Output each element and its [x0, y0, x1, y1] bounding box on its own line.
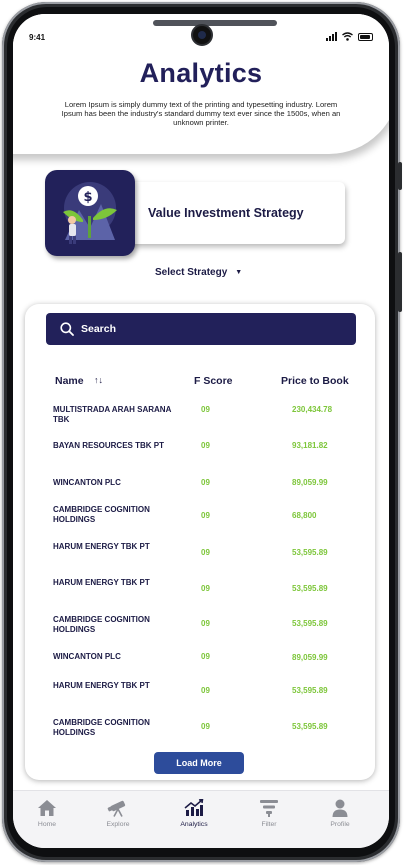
row-company-name: BAYAN RESOURCES TBK PT [53, 441, 164, 450]
nav-label-filter: Filter [261, 821, 277, 828]
page-description: Lorem Ipsum is simply dummy text of the … [61, 100, 341, 128]
search-icon [60, 322, 74, 336]
row-fscore: 09 [201, 548, 210, 557]
nav-item-home[interactable]: Home [17, 799, 77, 828]
nav-label-explore: Explore [106, 821, 130, 828]
strategy-card[interactable]: Value Investment Strategy [111, 182, 345, 244]
investment-illustration-icon: $ [63, 182, 117, 244]
analytics-chart-icon [184, 799, 204, 816]
row-fscore: 09 [201, 405, 210, 414]
svg-text:$: $ [83, 190, 92, 205]
row-company-name: HARUM ENERGY TBK PT [53, 578, 150, 587]
front-camera [191, 24, 213, 46]
app-screen: 9:41 Analytics Lorem Ipsum is simply dum… [13, 14, 389, 848]
row-price-to-book: 53,595.89 [292, 548, 328, 557]
home-icon [38, 800, 56, 816]
row-price-to-book: 68,800 [292, 511, 317, 520]
row-company-name: WINCANTON PLC [53, 478, 121, 487]
strategy-illustration: $ [45, 170, 135, 256]
wifi-icon [342, 32, 353, 41]
row-company-name: WINCANTON PLC [53, 652, 121, 661]
filter-icon [260, 800, 278, 817]
profile-icon [332, 799, 348, 817]
row-fscore: 09 [201, 619, 210, 628]
speaker-grille [153, 20, 277, 26]
row-fscore: 09 [201, 722, 210, 731]
row-fscore: 09 [201, 441, 210, 450]
nav-label-home: Home [37, 821, 57, 828]
row-company-name: CAMBRIDGE COGNITION HOLDINGS [53, 718, 150, 737]
search-placeholder: Search [81, 323, 117, 335]
battery-icon [358, 33, 373, 41]
select-strategy-label: Select Strategy [155, 267, 228, 278]
telescope-icon [107, 800, 126, 817]
row-company-name: CAMBRIDGE COGNITION HOLDINGS [53, 505, 150, 524]
sort-icon[interactable]: ↑↓ [94, 375, 103, 385]
row-fscore: 09 [201, 478, 210, 487]
nav-item-explore[interactable]: Explore [88, 799, 148, 828]
volume-button [398, 162, 402, 190]
page-title: Analytics [139, 58, 263, 88]
row-price-to-book: 53,595.89 [292, 722, 328, 731]
stock-list-panel: Search Name ↑↓ F Score Price to Book MUL… [25, 304, 375, 780]
row-company-name: HARUM ENERGY TBK PT [53, 681, 150, 690]
nav-item-filter[interactable]: Filter [239, 799, 299, 828]
row-price-to-book: 53,595.89 [292, 686, 328, 695]
row-price-to-book: 230,434.78 [292, 405, 333, 414]
strategy-title: Value Investment Strategy [148, 206, 304, 220]
bottom-navigation: Home Explore Analytics Filter Profile [13, 790, 389, 848]
column-header-fscore[interactable]: F Score [194, 375, 233, 387]
nav-item-analytics[interactable]: Analytics [164, 799, 224, 828]
nav-item-profile[interactable]: Profile [310, 799, 370, 828]
nav-label-profile: Profile [330, 821, 350, 828]
signal-icon [326, 32, 337, 41]
row-price-to-book: 93,181.82 [292, 441, 328, 450]
select-strategy-dropdown[interactable]: Select Strategy ▼ [155, 267, 242, 278]
row-price-to-book: 53,595.89 [292, 584, 328, 593]
row-price-to-book: 89,059.99 [292, 653, 328, 662]
row-price-to-book: 53,595.89 [292, 619, 328, 628]
status-icons [326, 32, 373, 41]
column-header-name[interactable]: Name [55, 375, 84, 387]
load-more-button[interactable]: Load More [154, 752, 244, 774]
row-company-name: HARUM ENERGY TBK PT [53, 542, 150, 551]
row-company-name: MULTISTRADA ARAH SARANA TBK [53, 405, 172, 424]
nav-label-analytics: Analytics [180, 821, 208, 828]
row-price-to-book: 89,059.99 [292, 478, 328, 487]
search-input[interactable]: Search [46, 313, 356, 345]
caret-down-icon: ▼ [235, 269, 243, 276]
column-header-price-to-book[interactable]: Price to Book [281, 375, 349, 387]
row-fscore: 09 [201, 584, 210, 593]
row-company-name: CAMBRIDGE COGNITION HOLDINGS [53, 615, 150, 634]
row-fscore: 09 [201, 686, 210, 695]
row-fscore: 09 [201, 652, 210, 661]
row-fscore: 09 [201, 511, 210, 520]
status-time: 9:41 [29, 33, 46, 42]
power-button [398, 252, 402, 312]
